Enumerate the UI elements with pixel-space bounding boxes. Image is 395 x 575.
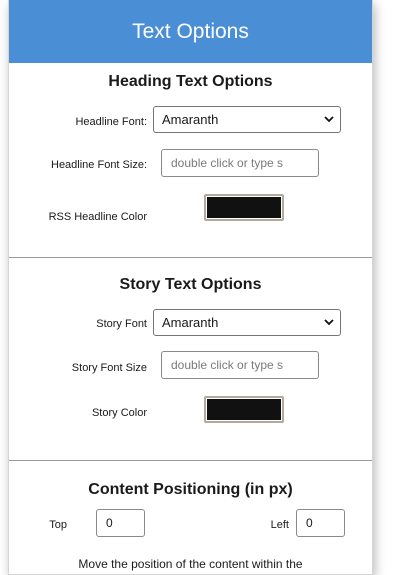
positioning-section-title: Content Positioning (in px): [88, 481, 293, 498]
text-options-panel: Text Options Heading Text Options Headli…: [8, 0, 373, 575]
headline-color-label: RSS Headline Color: [48, 211, 147, 223]
story-font-size-input[interactable]: double click or type s: [161, 351, 319, 379]
panel-title: Text Options: [132, 19, 249, 43]
heading-section-title: Heading Text Options: [108, 73, 273, 90]
story-color-picker[interactable]: [204, 396, 284, 423]
story-color-swatch: [207, 399, 281, 420]
left-input[interactable]: 0: [296, 509, 345, 537]
chevron-down-icon: [324, 319, 334, 326]
story-font-value: Amaranth: [162, 315, 219, 330]
story-color-label: Story Color: [91, 407, 147, 419]
story-font-select[interactable]: Amaranth: [153, 309, 341, 336]
top-value: 0: [106, 516, 113, 530]
headline-color-picker[interactable]: [204, 194, 284, 221]
story-font-label: Story Font: [96, 318, 147, 330]
panel-title-bar: Text Options: [9, 0, 372, 63]
headline-font-size-placeholder: double click or type s: [171, 156, 284, 170]
page-background: Text Options Heading Text Options Headli…: [0, 0, 395, 575]
headline-font-label: Headline Font:: [75, 116, 147, 128]
positioning-description: Move the position of the content within …: [78, 557, 303, 571]
top-label: Top: [49, 519, 67, 531]
left-value: 0: [306, 516, 313, 530]
story-text-options-section: Story Text Options Story Font Amaranth S…: [9, 258, 372, 460]
story-font-size-label: Story Font Size: [71, 362, 147, 374]
headline-font-value: Amaranth: [162, 112, 219, 127]
top-input[interactable]: 0: [96, 509, 145, 537]
story-section-title: Story Text Options: [119, 276, 262, 293]
headline-font-size-label: Headline Font Size:: [51, 159, 147, 171]
headline-font-size-input[interactable]: double click or type s: [161, 149, 319, 177]
story-font-size-placeholder: double click or type s: [171, 358, 284, 372]
left-label: Left: [270, 519, 289, 531]
content-positioning-section: Content Positioning (in px) Top 0 Left 0…: [9, 461, 372, 574]
chevron-down-icon: [324, 116, 334, 123]
headline-color-swatch: [207, 197, 281, 218]
heading-text-options-section: Heading Text Options Headline Font: Amar…: [9, 63, 372, 257]
headline-font-select[interactable]: Amaranth: [153, 106, 341, 133]
